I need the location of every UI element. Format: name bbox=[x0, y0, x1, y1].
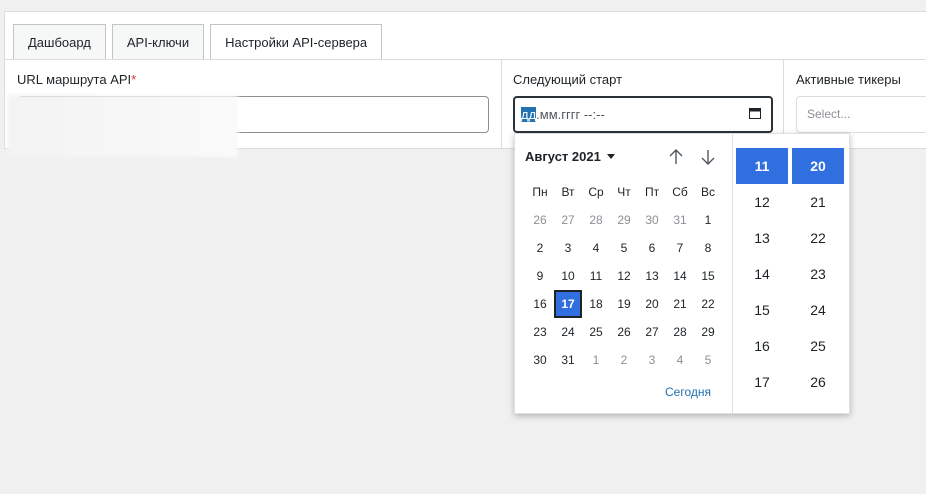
hour-option[interactable]: 12 bbox=[736, 184, 788, 220]
month-year-label: Август 2021 bbox=[525, 149, 601, 164]
month-year-selector[interactable]: Август 2021 bbox=[525, 149, 615, 164]
weekday-label: Пт bbox=[644, 185, 660, 199]
date-segment-rest: .мм.гггг --:-- bbox=[536, 107, 605, 122]
hour-option[interactable]: 17 bbox=[736, 364, 788, 400]
calendar-day[interactable]: 5 bbox=[610, 234, 638, 262]
calendar-day[interactable]: 30 bbox=[526, 346, 554, 374]
calendar-day[interactable]: 7 bbox=[666, 234, 694, 262]
weekday-label: Вт bbox=[561, 185, 575, 199]
calendar-day[interactable]: 27 bbox=[554, 206, 582, 234]
tabs-underline bbox=[5, 59, 926, 60]
calendar-day[interactable]: 1 bbox=[694, 206, 722, 234]
calendar-day[interactable]: 25 bbox=[582, 318, 610, 346]
calendar-week-row: 26 27 28 29 30 31 1 bbox=[526, 206, 732, 234]
calendar-day[interactable]: 29 bbox=[694, 318, 722, 346]
minute-option[interactable]: 22 bbox=[792, 220, 844, 256]
weekday-label: Вс bbox=[700, 185, 715, 199]
calendar-day[interactable]: 20 bbox=[638, 290, 666, 318]
calendar-week-row: 2345678 bbox=[526, 234, 732, 262]
tab-api-keys[interactable]: API-ключи bbox=[111, 24, 205, 59]
calendar-day[interactable]: 29 bbox=[610, 206, 638, 234]
minute-option[interactable]: 26 bbox=[792, 364, 844, 400]
minute-option[interactable]: 20 bbox=[792, 148, 844, 184]
calendar-icon[interactable] bbox=[749, 107, 761, 119]
calendar-day[interactable]: 31 bbox=[666, 206, 694, 234]
arrow-up-icon[interactable] bbox=[667, 148, 685, 166]
caret-down-icon bbox=[606, 154, 615, 159]
calendar-week-row: 16 17 18 19 20 21 22 bbox=[526, 290, 732, 318]
tab-bar: Дашбоард API-ключи Настройки API-сервера bbox=[13, 24, 383, 60]
calendar-day[interactable]: 21 bbox=[666, 290, 694, 318]
minute-option[interactable]: 23 bbox=[792, 256, 844, 292]
weekday-label: Сб bbox=[672, 185, 688, 199]
calendar-day[interactable]: 17 bbox=[554, 290, 582, 318]
hour-option[interactable]: 14 bbox=[736, 256, 788, 292]
calendar-day[interactable]: 23 bbox=[526, 318, 554, 346]
calendar-week-row: 23 24 25 26 27 28 29 bbox=[526, 318, 732, 346]
calendar-day[interactable]: 2 bbox=[526, 234, 554, 262]
calendar-day[interactable]: 28 bbox=[582, 206, 610, 234]
hours-column: 11 12 13 14 15 16 17 bbox=[736, 148, 788, 400]
hour-option[interactable]: 13 bbox=[736, 220, 788, 256]
calendar-day[interactable]: 3 bbox=[554, 234, 582, 262]
calendar-day[interactable]: 30 bbox=[638, 206, 666, 234]
next-start-label: Следующий старт bbox=[513, 72, 623, 87]
column-divider bbox=[501, 60, 502, 148]
weekday-label: Чт bbox=[617, 185, 631, 199]
calendar-day[interactable]: 24 bbox=[554, 318, 582, 346]
calendar-day[interactable]: 10 bbox=[554, 262, 582, 290]
calendar-day[interactable]: 5 bbox=[694, 346, 722, 374]
calendar-day[interactable]: 27 bbox=[638, 318, 666, 346]
calendar-week-row: 30 31 1 2 3 4 5 bbox=[526, 346, 732, 374]
calendar-day[interactable]: 13 bbox=[638, 262, 666, 290]
calendar-day[interactable]: 18 bbox=[582, 290, 610, 318]
calendar-day[interactable]: 26 bbox=[610, 318, 638, 346]
route-url-label: URL маршрута API* bbox=[17, 72, 137, 87]
active-tickers-select[interactable]: Select... bbox=[796, 96, 926, 133]
hour-option[interactable]: 15 bbox=[736, 292, 788, 328]
calendar-day[interactable]: 4 bbox=[582, 234, 610, 262]
active-tickers-label: Активные тикеры bbox=[796, 72, 901, 87]
calendar-day[interactable]: 6 bbox=[638, 234, 666, 262]
required-marker: * bbox=[131, 72, 137, 87]
next-start-datetime-input[interactable]: дд.мм.гггг --:-- bbox=[513, 96, 773, 133]
weekday-header-row: Пн Вт Ср Чт Пт Сб Вс bbox=[526, 178, 732, 206]
calendar-day[interactable]: 16 bbox=[526, 290, 554, 318]
date-segment-day[interactable]: дд bbox=[521, 107, 537, 122]
picker-divider bbox=[732, 134, 733, 413]
calendar-day[interactable]: 14 bbox=[666, 262, 694, 290]
minute-option[interactable]: 24 bbox=[792, 292, 844, 328]
weekday-label: Пн bbox=[532, 185, 548, 199]
calendar-day[interactable]: 1 bbox=[582, 346, 610, 374]
calendar-day[interactable]: 2 bbox=[610, 346, 638, 374]
redacted-blur bbox=[8, 95, 238, 157]
calendar-day[interactable]: 15 bbox=[694, 262, 722, 290]
calendar-day[interactable]: 26 bbox=[526, 206, 554, 234]
arrow-down-icon[interactable] bbox=[699, 148, 717, 166]
minutes-column: 20 21 22 23 24 25 26 bbox=[792, 148, 844, 400]
calendar-day[interactable]: 22 bbox=[694, 290, 722, 318]
calendar-day[interactable]: 12 bbox=[610, 262, 638, 290]
minute-option[interactable]: 21 bbox=[792, 184, 844, 220]
tab-api-server-settings[interactable]: Настройки API-сервера bbox=[210, 24, 383, 60]
calendar-week-row: 9 10 11 12 13 14 15 bbox=[526, 262, 732, 290]
hour-option[interactable]: 11 bbox=[736, 148, 788, 184]
calendar-day[interactable]: 8 bbox=[694, 234, 722, 262]
calendar-day[interactable]: 3 bbox=[638, 346, 666, 374]
calendar-grid: Пн Вт Ср Чт Пт Сб Вс 26 27 28 29 30 31 1 2 3 4 5 6 7 8 9 10 11 1… bbox=[526, 178, 732, 374]
today-button[interactable]: Сегодня bbox=[665, 385, 711, 399]
calendar-day[interactable]: 31 bbox=[554, 346, 582, 374]
datetime-picker-popup: Август 2021 Пн Вт Ср Чт Пт Сб Вс 26 27 28 29 30 31 1 2… bbox=[514, 133, 850, 414]
minute-option[interactable]: 25 bbox=[792, 328, 844, 364]
calendar-day[interactable]: 11 bbox=[582, 262, 610, 290]
calendar-day[interactable]: 28 bbox=[666, 318, 694, 346]
tab-dashboard[interactable]: Дашбоард bbox=[13, 24, 106, 59]
calendar-day[interactable]: 4 bbox=[666, 346, 694, 374]
weekday-label: Ср bbox=[588, 185, 604, 199]
calendar-day[interactable]: 9 bbox=[526, 262, 554, 290]
calendar-day[interactable]: 19 bbox=[610, 290, 638, 318]
hour-option[interactable]: 16 bbox=[736, 328, 788, 364]
